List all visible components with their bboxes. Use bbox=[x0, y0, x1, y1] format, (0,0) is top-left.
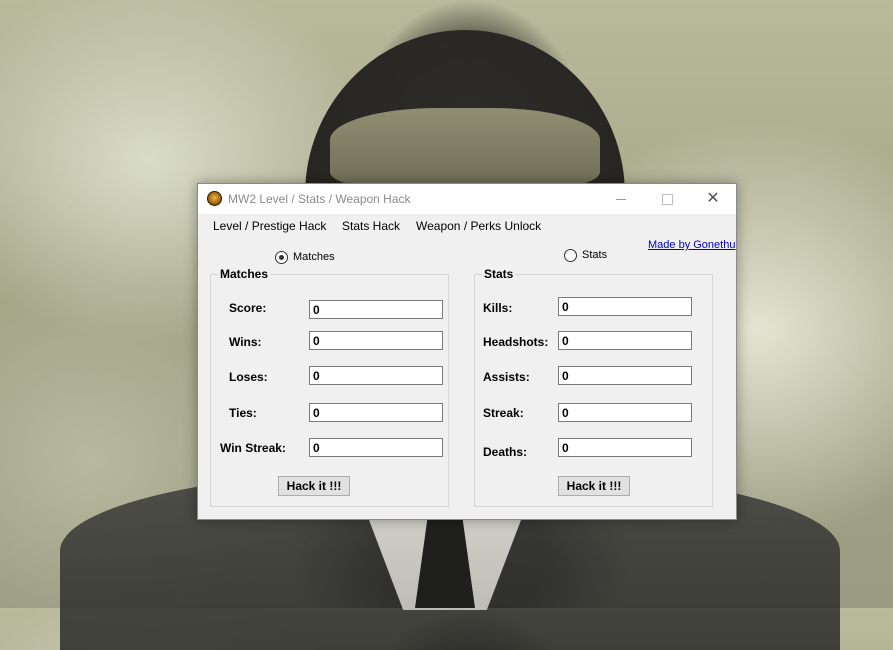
score-label: Score: bbox=[229, 301, 267, 315]
wins-label: Wins: bbox=[229, 335, 262, 349]
close-icon: ✕ bbox=[706, 190, 720, 207]
ties-input[interactable] bbox=[309, 403, 443, 422]
matches-group: Matches Score: Wins: Loses: Ties: Win St… bbox=[210, 267, 449, 507]
deaths-input[interactable] bbox=[558, 438, 692, 457]
app-icon bbox=[207, 191, 222, 206]
headshots-label: Headshots: bbox=[483, 335, 549, 349]
loses-label: Loses: bbox=[229, 370, 268, 384]
menu-stats-hack[interactable]: Stats Hack bbox=[342, 219, 400, 233]
streak-input[interactable] bbox=[558, 403, 692, 422]
close-button[interactable]: ✕ bbox=[690, 184, 736, 214]
menu-weapon-perks-unlock[interactable]: Weapon / Perks Unlock bbox=[416, 219, 541, 233]
assists-label: Assists: bbox=[483, 370, 530, 384]
headshots-input[interactable] bbox=[558, 331, 692, 350]
win-streak-input[interactable] bbox=[309, 438, 443, 457]
deaths-label: Deaths: bbox=[483, 445, 528, 459]
radio-stats-indicator[interactable] bbox=[564, 249, 577, 262]
kills-label: Kills: bbox=[483, 301, 513, 315]
radio-matches-indicator[interactable] bbox=[275, 251, 288, 264]
matches-hack-button[interactable]: Hack it !!! bbox=[278, 476, 350, 496]
matches-group-title: Matches bbox=[218, 267, 271, 281]
radio-stats-label: Stats bbox=[582, 249, 608, 261]
stats-hack-button[interactable]: Hack it !!! bbox=[558, 476, 630, 496]
stats-group: Stats Kills: Headshots: Assists: Streak:… bbox=[474, 267, 713, 507]
kills-input[interactable] bbox=[558, 297, 692, 316]
radio-matches-label: Matches bbox=[293, 251, 335, 263]
menu-level-prestige-hack[interactable]: Level / Prestige Hack bbox=[213, 219, 326, 233]
title-bar[interactable]: MW2 Level / Stats / Weapon Hack ✕ bbox=[198, 184, 736, 214]
ties-label: Ties: bbox=[229, 406, 257, 420]
minimize-button[interactable] bbox=[598, 184, 644, 214]
score-input[interactable] bbox=[309, 300, 443, 319]
menu-bar: Level / Prestige Hack Stats Hack Weapon … bbox=[198, 214, 736, 238]
assists-input[interactable] bbox=[558, 366, 692, 385]
streak-label: Streak: bbox=[483, 406, 524, 420]
wallpaper-mask bbox=[330, 108, 600, 188]
wins-input[interactable] bbox=[309, 331, 443, 350]
window-title: MW2 Level / Stats / Weapon Hack bbox=[228, 192, 411, 206]
credit-link[interactable]: Made by Gonethu bbox=[648, 239, 735, 251]
win-streak-label: Win Streak: bbox=[220, 441, 286, 455]
loses-input[interactable] bbox=[309, 366, 443, 385]
stats-group-title: Stats bbox=[482, 267, 516, 281]
maximize-button[interactable] bbox=[644, 184, 690, 214]
app-window: MW2 Level / Stats / Weapon Hack ✕ Level … bbox=[197, 183, 737, 520]
